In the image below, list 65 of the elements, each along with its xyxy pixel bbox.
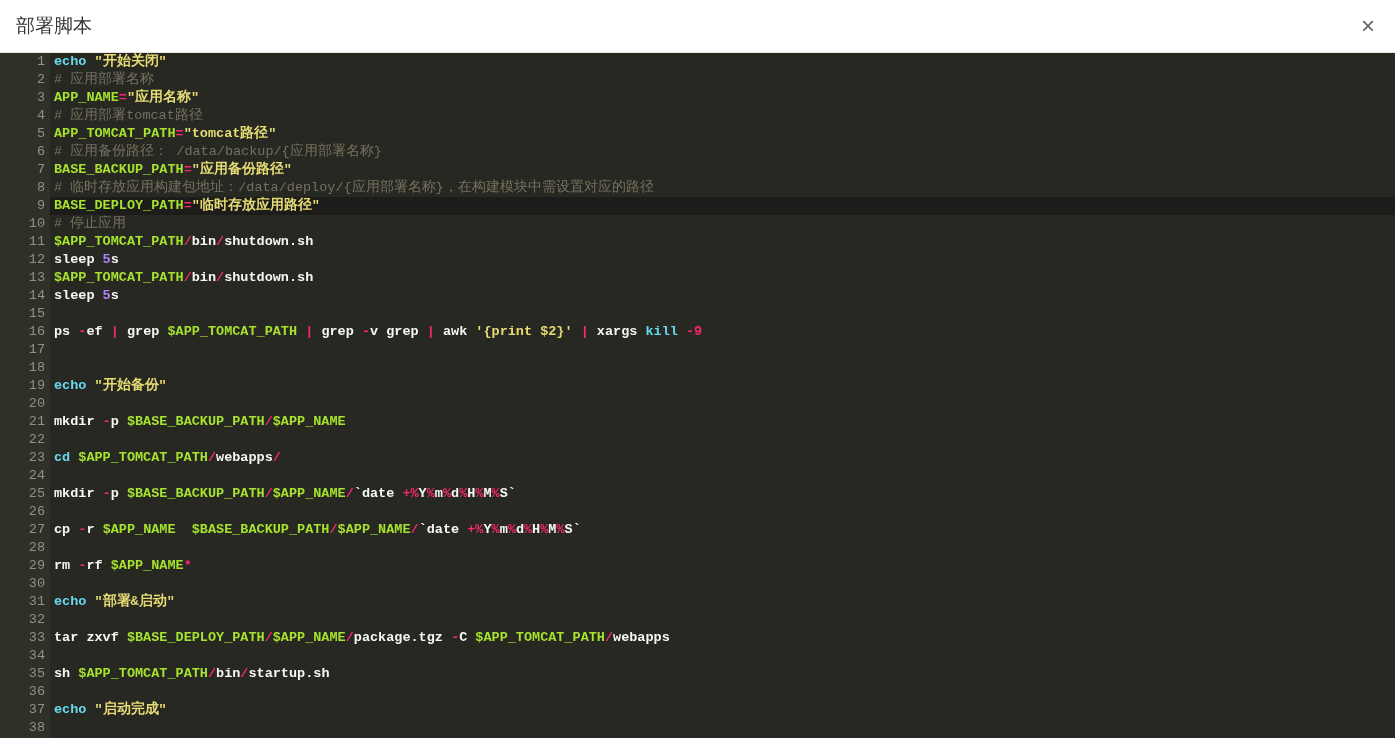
line-number: 20 xyxy=(28,396,45,411)
code-line: sh $APP_TOMCAT_PATH/bin/startup.sh xyxy=(53,665,331,683)
line-number: 24 xyxy=(28,468,45,483)
line-number: 8 xyxy=(36,180,45,195)
code-line: echo "开始备份" xyxy=(53,377,168,395)
code-line: BASE_BACKUP_PATH="应用备份路径" xyxy=(53,161,293,179)
code-line: # 应用部署tomcat路径 xyxy=(53,107,204,125)
line-number: 33 xyxy=(28,630,45,645)
code-line: ps -ef | grep $APP_TOMCAT_PATH | grep -v grep | awk '{print $2}' | xargs kill -9 xyxy=(53,323,704,341)
code-line: # 应用备份路径： /data/backup/{应用部署名称} xyxy=(53,143,383,161)
line-number: 29 xyxy=(28,558,45,573)
code-line: echo "启动完成" xyxy=(53,701,168,719)
line-number: 32 xyxy=(28,612,45,627)
code-line: cd $APP_TOMCAT_PATH/webapps/ xyxy=(53,449,282,467)
line-number: 35 xyxy=(28,666,45,681)
line-number: 34 xyxy=(28,648,45,663)
line-number: 9 xyxy=(36,198,45,213)
code-line: $APP_TOMCAT_PATH/bin/shutdown.sh xyxy=(53,269,315,287)
line-number: 6 xyxy=(36,144,45,159)
code-line: # 应用部署名称 xyxy=(53,71,156,89)
line-number: 12 xyxy=(28,252,45,267)
line-number: 2 xyxy=(36,72,45,87)
line-number: 23 xyxy=(28,450,45,465)
line-number: 25 xyxy=(28,486,45,501)
code-line: # 临时存放应用构建包地址：/data/deploy/{应用部署名称}，在构建模块中需设置对应的路径 xyxy=(53,179,655,197)
line-number: 10 xyxy=(28,216,45,231)
line-number: 11 xyxy=(28,234,45,249)
code-editor[interactable] xyxy=(0,53,1395,738)
close-button[interactable]: × xyxy=(1357,14,1379,38)
code-line: $APP_TOMCAT_PATH/bin/shutdown.sh xyxy=(53,233,315,251)
line-number: 16 xyxy=(28,324,45,339)
line-number: 15 xyxy=(28,306,45,321)
line-number: 37 xyxy=(28,702,45,717)
code-line: # 停止应用 xyxy=(53,215,128,233)
line-number: 1 xyxy=(36,54,45,69)
line-number: 18 xyxy=(28,360,45,375)
line-number: 5 xyxy=(36,126,45,141)
code-line: echo "部署&启动" xyxy=(53,593,176,611)
code-line: echo "开始关闭" xyxy=(53,53,168,71)
line-number: 26 xyxy=(28,504,45,519)
code-line: sleep 5s xyxy=(53,287,120,305)
dialog-title: 部署脚本 xyxy=(16,13,92,38)
code-line: APP_TOMCAT_PATH="tomcat路径" xyxy=(53,125,278,143)
code-line: sleep 5s xyxy=(53,251,120,269)
line-number: 3 xyxy=(36,90,45,105)
line-number: 19 xyxy=(28,378,45,393)
code-line: APP_NAME="应用名称" xyxy=(53,89,201,107)
code-line: mkdir -p $BASE_BACKUP_PATH/$APP_NAME xyxy=(53,413,347,431)
line-number: 22 xyxy=(28,432,45,447)
line-number: 17 xyxy=(28,342,45,357)
line-number: 28 xyxy=(28,540,45,555)
line-number: 7 xyxy=(36,162,45,177)
code-line: cp -r $APP_NAME $BASE_BACKUP_PATH/$APP_NAME/`date +%Y%m%d%H%M%S` xyxy=(53,521,582,539)
line-number: 30 xyxy=(28,576,45,591)
line-number: 21 xyxy=(28,414,45,429)
line-number: 13 xyxy=(28,270,45,285)
code-line: mkdir -p $BASE_BACKUP_PATH/$APP_NAME/`date +%Y%m%d%H%M%S` xyxy=(53,485,517,503)
line-number: 4 xyxy=(36,108,45,123)
line-number: 38 xyxy=(28,720,45,735)
code-line: tar zxvf $BASE_DEPLOY_PATH/$APP_NAME/package.tgz -C $APP_TOMCAT_PATH/webapps xyxy=(53,629,671,647)
line-number: 14 xyxy=(28,288,45,303)
line-number: 36 xyxy=(28,684,45,699)
line-number: 31 xyxy=(28,594,45,609)
line-number: 27 xyxy=(28,522,45,537)
code-line: rm -rf $APP_NAME* xyxy=(53,557,193,575)
